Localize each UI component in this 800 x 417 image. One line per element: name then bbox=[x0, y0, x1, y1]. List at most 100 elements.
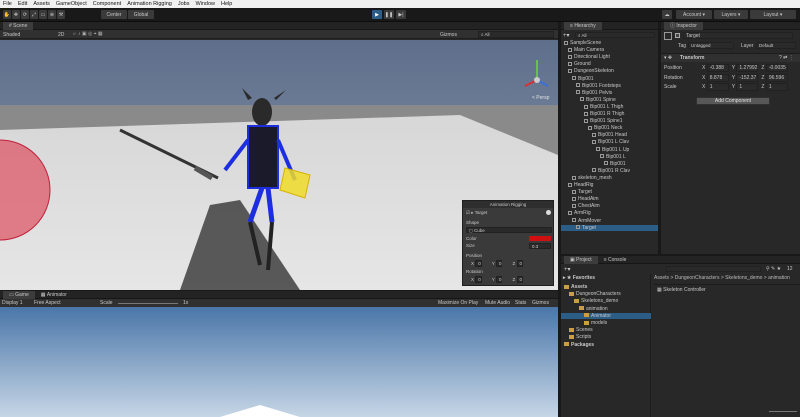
account-dropdown[interactable]: Account ▾ bbox=[676, 10, 712, 19]
hierarchy-item[interactable]: Bip001 L Up bbox=[561, 147, 658, 153]
project-folder-item[interactable]: DungeonCharacters bbox=[561, 291, 651, 297]
hierarchy-item[interactable]: Bip001 L Clav bbox=[561, 139, 658, 145]
game-gizmos-dropdown[interactable]: Gizmos bbox=[532, 300, 549, 306]
layers-dropdown[interactable]: Layers ▾ bbox=[714, 10, 748, 19]
project-breadcrumb[interactable]: Assets > DungeonCharacters > Skeletons_d… bbox=[654, 275, 790, 281]
gizmos-dropdown[interactable]: Gizmos bbox=[440, 32, 457, 38]
hierarchy-item[interactable]: Ground bbox=[561, 61, 658, 67]
mode-2d-toggle[interactable]: 2D bbox=[58, 32, 64, 38]
rect-tool-icon[interactable]: ▭ bbox=[39, 10, 47, 19]
scene-toggles-icons[interactable]: ☼ ♪ ▣ ◎ ⌖ ▦ bbox=[72, 31, 103, 37]
tab-animator[interactable]: ▦ Animator bbox=[35, 291, 73, 299]
project-folder-item[interactable]: animation bbox=[561, 306, 651, 312]
hierarchy-item[interactable]: Main Camera bbox=[561, 47, 658, 53]
menu-item-window[interactable]: Window bbox=[195, 1, 215, 7]
project-folder-item[interactable]: Scripts bbox=[561, 334, 651, 340]
menu-item-edit[interactable]: Edit bbox=[18, 1, 27, 7]
project-add-button[interactable]: +▾ bbox=[564, 266, 571, 273]
overlay-shape-field[interactable]: ◻ Cube bbox=[466, 227, 552, 233]
project-filter-icons[interactable]: ⚲ ✎ ★ bbox=[766, 266, 781, 272]
hierarchy-item[interactable]: Bip001 bbox=[561, 76, 658, 82]
transform-scl-z-field[interactable]: 1 bbox=[765, 83, 788, 91]
transform-rot-z-field[interactable]: 96.596 bbox=[765, 73, 788, 82]
hierarchy-item[interactable]: Bip001 Pelvis bbox=[561, 90, 658, 96]
project-search-input[interactable] bbox=[666, 266, 761, 272]
menu-item-file[interactable]: File bbox=[3, 1, 12, 7]
menu-item-assets[interactable]: Assets bbox=[33, 1, 50, 7]
hierarchy-item[interactable]: Target bbox=[561, 224, 658, 231]
transform-fold-icon[interactable]: ▾ ✥ bbox=[664, 55, 672, 61]
project-folder-item[interactable]: Assets bbox=[561, 284, 651, 290]
move-tool-icon[interactable]: ✥ bbox=[12, 10, 20, 19]
hierarchy-item[interactable]: ArmMover bbox=[561, 218, 658, 224]
menu-item-jobs[interactable]: Jobs bbox=[178, 1, 190, 7]
tab-inspector[interactable]: ⓘ Inspector bbox=[664, 21, 703, 30]
mute-audio-toggle[interactable]: Mute Audio bbox=[485, 300, 510, 306]
hierarchy-add-button[interactable]: +▾ bbox=[563, 32, 571, 39]
scale-tool-icon[interactable]: ⤢ bbox=[30, 10, 38, 19]
pivot-center-toggle[interactable]: Center bbox=[101, 10, 127, 19]
hierarchy-item[interactable]: Bip001 Head bbox=[561, 132, 658, 138]
project-folder-item[interactable]: Scenes bbox=[561, 327, 651, 333]
hierarchy-item[interactable]: Target bbox=[561, 189, 658, 195]
layer-dropdown[interactable]: Default bbox=[756, 42, 796, 49]
hierarchy-item[interactable]: Bip001 R Thigh bbox=[561, 111, 658, 117]
menu-item-gameobject[interactable]: GameObject bbox=[56, 1, 87, 7]
hierarchy-item[interactable]: skeleton_mesh bbox=[561, 175, 658, 181]
transform-scl-x-field[interactable]: 1 bbox=[706, 83, 729, 91]
menu-item-help[interactable]: Help bbox=[221, 1, 232, 7]
overlay-pos-z[interactable]: 0 bbox=[516, 260, 524, 267]
hierarchy-search-input[interactable]: ⌕ All bbox=[575, 32, 655, 38]
menu-item-animation-rigging[interactable]: Animation Rigging bbox=[127, 1, 172, 7]
hierarchy-item[interactable]: Bip001 Spine bbox=[561, 97, 658, 103]
tab-console[interactable]: ≡ Console bbox=[598, 256, 633, 264]
hand-tool-icon[interactable]: ✋ bbox=[3, 10, 11, 19]
project-folder-item[interactable]: models bbox=[561, 320, 651, 326]
step-button[interactable]: ▶| bbox=[396, 10, 406, 19]
shading-dropdown[interactable]: Shaded bbox=[3, 32, 20, 38]
tab-scene[interactable]: # Scene bbox=[3, 21, 34, 30]
scale-slider[interactable] bbox=[118, 303, 178, 304]
hierarchy-item[interactable]: SampleScene bbox=[561, 40, 658, 46]
hierarchy-item[interactable]: Bip001 Footsteps bbox=[561, 83, 658, 89]
tab-project[interactable]: ▣ Project bbox=[564, 255, 598, 264]
transform-header[interactable]: ▾ ✥ Transform ? ⇄ ⋮ bbox=[661, 53, 800, 62]
menu-item-component[interactable]: Component bbox=[93, 1, 121, 7]
overlay-rot-z[interactable]: 0 bbox=[516, 276, 524, 283]
tag-dropdown[interactable]: Untagged bbox=[688, 42, 734, 49]
scene-search-input[interactable]: ⌕ All bbox=[478, 31, 554, 38]
overlay-color-swatch[interactable] bbox=[529, 236, 551, 241]
overlay-rot-y[interactable]: 0 bbox=[495, 276, 503, 283]
hierarchy-item[interactable]: Bip001 L bbox=[561, 154, 658, 160]
project-folder-item[interactable]: Packages bbox=[561, 342, 651, 348]
hierarchy-item[interactable]: ChestAim bbox=[561, 203, 658, 209]
transform-rot-x-field[interactable]: 8.878 bbox=[706, 73, 729, 82]
layout-dropdown[interactable]: Layout ▾ bbox=[750, 10, 796, 19]
favorites-label[interactable]: ▸ ★ Favorites bbox=[563, 275, 595, 281]
hierarchy-item[interactable]: Bip001 bbox=[561, 161, 658, 167]
overlay-rot-x[interactable]: 0 bbox=[475, 276, 482, 283]
custom-tool-icon[interactable]: ⚒ bbox=[57, 10, 65, 19]
icon-size-slider[interactable] bbox=[769, 411, 797, 412]
hierarchy-item[interactable]: Bip001 Spine1 bbox=[561, 118, 658, 124]
stats-toggle[interactable]: Stats bbox=[515, 300, 526, 306]
hierarchy-item[interactable]: DungeonSkeleton bbox=[561, 68, 658, 74]
pause-button[interactable]: ❚❚ bbox=[384, 10, 394, 19]
overlay-pos-y[interactable]: 0 bbox=[495, 260, 503, 267]
overlay-target-row[interactable]: ☑ ▸ Target bbox=[466, 210, 487, 216]
project-folder-item[interactable]: Skeletons_demo bbox=[561, 298, 651, 304]
hierarchy-item[interactable]: Bip001 L Thigh bbox=[561, 104, 658, 110]
display-dropdown[interactable]: Display 1 bbox=[2, 300, 23, 306]
project-file-item[interactable]: ▦ Skeleton Controller bbox=[657, 287, 706, 293]
hierarchy-item[interactable]: ArmRig bbox=[561, 210, 658, 216]
hierarchy-item[interactable]: HeadAim bbox=[561, 196, 658, 202]
persp-label[interactable]: < Persp bbox=[532, 95, 550, 101]
overlay-rotation-fields[interactable]: X 0 Y 0 Z 0 bbox=[471, 276, 524, 283]
rotate-tool-icon[interactable]: ⟳ bbox=[21, 10, 29, 19]
aspect-dropdown[interactable]: Free Aspect bbox=[34, 300, 61, 306]
overlay-size-field[interactable]: 0.3 bbox=[529, 243, 551, 249]
hierarchy-item[interactable]: Directional Light bbox=[561, 54, 658, 60]
component-menu-icons[interactable]: ? ⇄ ⋮ bbox=[779, 55, 794, 61]
tab-hierarchy[interactable]: ≡ Hierarchy bbox=[564, 21, 602, 30]
transform-pos-y-field[interactable]: 1.27992 bbox=[736, 64, 759, 72]
